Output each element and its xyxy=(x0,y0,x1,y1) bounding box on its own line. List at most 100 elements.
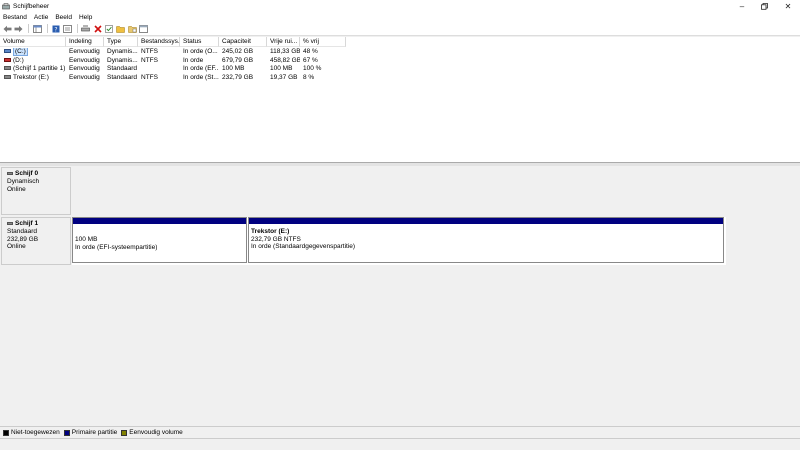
status-cell: In orde (St... xyxy=(183,73,219,81)
window-icon xyxy=(139,24,149,33)
volume-cell: (Schijf 1 partitie 1) xyxy=(1,65,66,74)
disk-icon xyxy=(7,221,13,225)
disk-name: Schijf 0 xyxy=(15,170,39,177)
disk-1-area: 100 MB In orde (EFI-systeempartitie) Tre… xyxy=(72,217,726,265)
disk-graph-view: Schijf 0 Dynamisch Online Schijf 1 Stand… xyxy=(0,166,800,424)
indeling-cell: Eenvoudig xyxy=(69,65,100,72)
legend-label: Eenvoudig volume xyxy=(129,429,183,436)
percent-free-cell: 8 % xyxy=(303,73,315,81)
disk-1-label[interactable]: Schijf 1 Standaard 232,89 GB Online xyxy=(1,217,71,265)
disk-icon xyxy=(7,171,13,175)
menu-bestand[interactable]: Bestand xyxy=(3,14,27,21)
capacity-cell: 100 MB xyxy=(222,65,245,72)
free-space-cell: 100 MB xyxy=(270,65,293,72)
disk-0-label[interactable]: Schijf 0 Dynamisch Online xyxy=(1,167,71,215)
toolbar: ? xyxy=(0,22,800,36)
check-button[interactable] xyxy=(104,24,114,34)
partition-trekstor[interactable]: Trekstor (E:) 232,79 GB NTFS In orde (St… xyxy=(248,217,724,263)
filesystem-cell: NTFS xyxy=(141,48,158,55)
minimize-icon: – xyxy=(739,1,745,11)
status-cell: In orde (EF... xyxy=(183,65,219,72)
indeling-cell: Eenvoudig xyxy=(69,73,100,81)
delete-button[interactable] xyxy=(93,24,103,34)
back-button[interactable] xyxy=(2,24,12,34)
status-cell: In orde (O... xyxy=(183,48,218,55)
column-header-status[interactable]: Status xyxy=(180,37,219,47)
column-header-procent-vrij[interactable]: % vrij xyxy=(300,37,346,47)
type-cell: Standaard xyxy=(107,73,137,81)
free-space-cell: 19,37 GB xyxy=(270,73,298,81)
restore-icon xyxy=(760,2,768,10)
forward-button[interactable] xyxy=(14,24,24,34)
disk-name: Schijf 1 xyxy=(15,220,39,227)
partition-bar xyxy=(249,218,723,224)
filesystem-cell xyxy=(138,65,180,74)
connect-button[interactable] xyxy=(81,24,91,34)
maximize-button[interactable] xyxy=(752,0,776,12)
filesystem-cell: NTFS xyxy=(141,56,158,64)
capacity-cell: 679,79 GB xyxy=(222,56,254,64)
indeling-cell: Eenvoudig xyxy=(69,48,100,55)
disk-0-area xyxy=(72,167,800,215)
free-space-cell: 458,82 GB xyxy=(270,56,300,64)
partition-size: 232,79 GB NTFS xyxy=(251,235,301,243)
table-row[interactable]: Trekstor (E:) Eenvoudig Standaard NTFS I… xyxy=(0,74,800,83)
disk-size: 232,89 GB xyxy=(7,235,39,243)
column-header-volume[interactable]: Volume xyxy=(0,37,66,47)
percent-free-cell: 100 % xyxy=(303,65,322,72)
volume-name: (D:) xyxy=(13,56,24,64)
partition-bar xyxy=(73,218,246,224)
legend-swatch-unallocated xyxy=(3,429,9,436)
column-header-vrije-ruimte[interactable]: Vrije rui... xyxy=(267,37,300,47)
toolbar-separator xyxy=(76,24,78,33)
disk-type: Dynamisch xyxy=(7,177,40,185)
folder-open-button[interactable] xyxy=(116,24,126,34)
window-button[interactable] xyxy=(139,24,149,34)
folder-button[interactable] xyxy=(127,24,137,34)
status-cell: In orde xyxy=(183,56,204,64)
table-row[interactable]: (C:) Eenvoudig Dynamis... NTFS In orde (… xyxy=(0,48,800,57)
volume-icon xyxy=(4,74,11,79)
console-tree-button[interactable] xyxy=(32,24,42,34)
window-title: Schijfbeheer xyxy=(13,2,50,10)
folder-open-icon xyxy=(116,25,125,33)
partition-size: 100 MB xyxy=(75,236,98,243)
disk-status: Online xyxy=(7,185,26,193)
column-header-type[interactable]: Type xyxy=(104,37,138,47)
table-row[interactable]: (Schijf 1 partitie 1) Eenvoudig Standaar… xyxy=(0,65,800,74)
volume-name: Trekstor (E:) xyxy=(13,73,49,81)
back-icon xyxy=(3,25,11,32)
menu-beeld[interactable]: Beeld xyxy=(55,14,72,21)
properties-icon xyxy=(63,24,72,33)
type-cell: Standaard xyxy=(107,65,137,72)
partition-efi[interactable]: 100 MB In orde (EFI-systeempartitie) xyxy=(72,217,247,263)
volume-icon xyxy=(4,66,11,71)
volume-cell: (C:) xyxy=(1,48,66,57)
legend-swatch-simple xyxy=(121,429,128,436)
column-header-indeling[interactable]: Indeling xyxy=(66,37,104,47)
minimize-button[interactable]: – xyxy=(730,0,754,12)
volume-cell: Trekstor (E:) xyxy=(1,74,66,83)
menu-actie[interactable]: Actie xyxy=(34,14,48,21)
toolbar-separator xyxy=(28,24,30,33)
menu-help[interactable]: Help xyxy=(79,14,92,21)
forward-icon xyxy=(14,25,23,32)
column-header-bestandssysteem[interactable]: Bestandssys... xyxy=(138,37,180,47)
free-space-cell: 118,33 GB xyxy=(270,48,300,55)
close-button[interactable]: ✕ xyxy=(776,0,800,12)
column-header-capaciteit[interactable]: Capaciteit xyxy=(219,37,267,47)
legend-swatch-primary xyxy=(63,429,70,436)
legend-label: Niet-toegewezen xyxy=(11,429,60,436)
delete-icon xyxy=(93,24,102,33)
capacity-cell: 245,02 GB xyxy=(222,48,254,55)
partition-label: Trekstor (E:) xyxy=(251,228,290,235)
percent-free-cell: 67 % xyxy=(303,56,318,64)
table-row[interactable]: (D:) Eenvoudig Dynamis... NTFS In orde 6… xyxy=(0,57,800,66)
partition-status: In orde (EFI-systeempartitie) xyxy=(75,243,158,251)
legend-label: Primaire partitie xyxy=(71,429,118,436)
volume-list: Volume Indeling Type Bestandssys... Stat… xyxy=(0,37,800,162)
properties-button[interactable] xyxy=(62,24,72,34)
capacity-cell: 232,79 GB xyxy=(222,73,254,81)
help-button[interactable]: ? xyxy=(51,24,61,34)
type-cell: Dynamis... xyxy=(107,56,138,64)
